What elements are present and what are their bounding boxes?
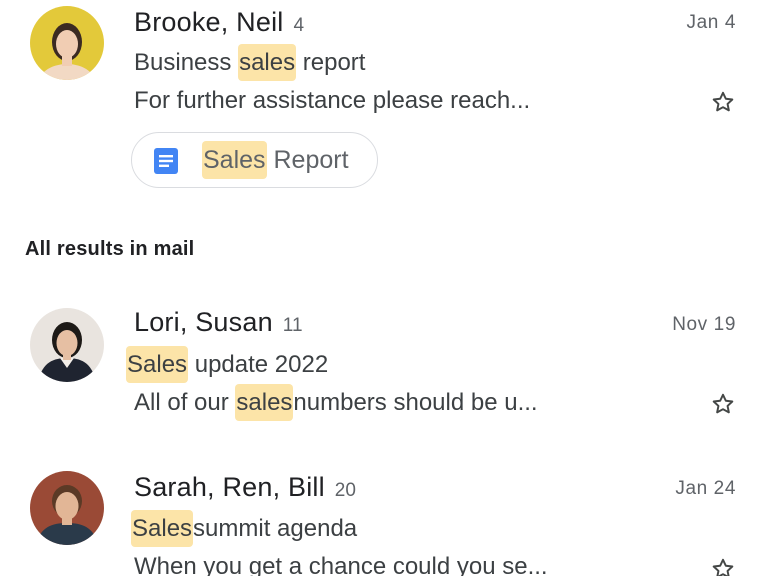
subject-text: Business: [134, 49, 239, 76]
sender-label: Brooke, Neil: [134, 7, 284, 37]
search-highlight: sales: [235, 384, 294, 421]
search-highlight: Sales: [131, 510, 194, 547]
avatar: [30, 471, 104, 545]
attachment-label-text: Report: [266, 146, 349, 174]
search-results-screen: Brooke, Neil 4 Jan 4 Business sales repor…: [0, 0, 768, 576]
thread-row[interactable]: Sarah, Ren, Bill 20 Jan 24 Salessummit ag…: [0, 465, 768, 576]
thread-snippet: For further assistance please reach...: [134, 87, 531, 114]
star-outline-icon[interactable]: [710, 89, 736, 115]
avatar: [30, 308, 104, 382]
sender-label: Lori, Susan: [134, 307, 273, 337]
thread-date: Nov 19: [672, 314, 736, 335]
sender-name: Lori, Susan 11: [134, 307, 303, 338]
thread-date: Jan 4: [686, 12, 736, 33]
thread-subject: Business sales report: [134, 44, 366, 81]
sender-name: Brooke, Neil 4: [134, 7, 304, 38]
section-heading: All results in mail: [25, 238, 195, 260]
thread-snippet: All of our salesnumbers should be u...: [134, 384, 538, 421]
thread-subject: Salessummit agenda: [131, 510, 358, 547]
thread-date: Jan 24: [675, 478, 736, 499]
subject-text: report: [296, 49, 366, 76]
avatar: [30, 6, 104, 80]
search-highlight: sales: [238, 44, 297, 81]
sender-name: Sarah, Ren, Bill 20: [134, 472, 356, 503]
subject-text: summit agenda: [193, 515, 358, 542]
attachment-label: Sales Report: [202, 141, 349, 179]
thread-snippet: When you get a chance could you se...: [134, 553, 548, 576]
snippet-text: numbers should be u...: [293, 389, 538, 416]
search-highlight: Sales: [202, 141, 267, 179]
thread-row[interactable]: Brooke, Neil 4 Jan 4 Business sales repor…: [0, 0, 768, 200]
attachment-chip[interactable]: Sales Report: [131, 132, 378, 188]
message-count: 20: [334, 480, 356, 501]
star-outline-icon[interactable]: [710, 556, 736, 576]
subject-text: update 2022: [188, 351, 329, 378]
thread-subject: Sales update 2022: [126, 346, 329, 383]
google-docs-icon: [152, 147, 180, 175]
message-count: 4: [293, 15, 305, 36]
search-highlight: Sales: [126, 346, 189, 383]
message-count: 11: [282, 315, 303, 336]
star-outline-icon[interactable]: [710, 391, 736, 417]
thread-row[interactable]: Lori, Susan 11 Nov 19 Sales update 2022 A…: [0, 300, 768, 450]
sender-label: Sarah, Ren, Bill: [134, 472, 325, 502]
snippet-text: All of our: [134, 389, 236, 416]
